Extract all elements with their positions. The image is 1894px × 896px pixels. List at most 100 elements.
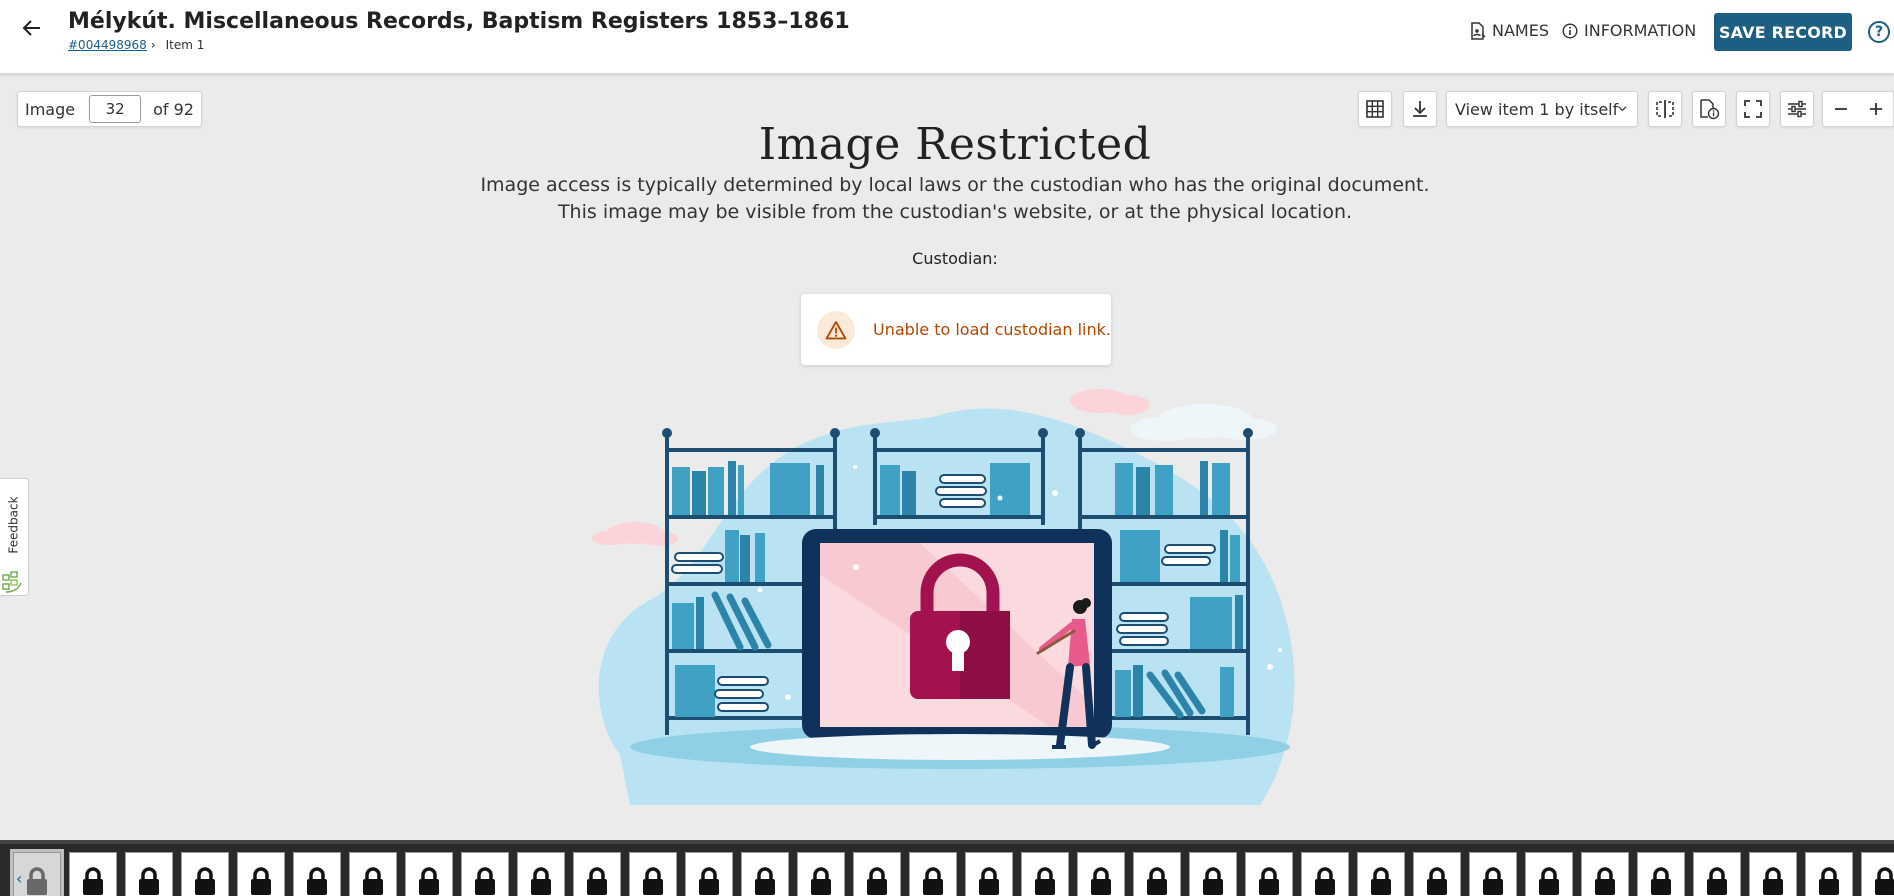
information-label: INFORMATION (1584, 21, 1697, 40)
thumbnail[interactable] (517, 852, 565, 896)
lock-icon (304, 866, 330, 896)
information-button[interactable]: INFORMATION (1562, 21, 1696, 40)
lock-icon (752, 866, 778, 896)
save-record-button[interactable]: SAVE RECORD (1714, 13, 1852, 51)
sliders-icon (1788, 100, 1806, 118)
chevron-down-icon (1618, 106, 1627, 112)
download-icon (1413, 101, 1427, 117)
thumbnail[interactable] (1861, 852, 1894, 896)
lock-icon (136, 866, 162, 896)
thumbnail[interactable] (1021, 852, 1069, 896)
lock-icon (640, 866, 666, 896)
lock-icon (528, 866, 554, 896)
thumbnail[interactable] (853, 852, 901, 896)
breadcrumb-record-link[interactable]: #004498968 (68, 38, 147, 52)
lock-icon (80, 866, 106, 896)
thumbnail[interactable] (909, 852, 957, 896)
breadcrumb-separator: › (150, 38, 156, 52)
document-info-icon (1700, 99, 1720, 120)
feedback-tab[interactable]: Feedback (0, 478, 29, 596)
image-total: of 92 (153, 99, 194, 119)
thumbnail[interactable] (965, 852, 1013, 896)
lock-icon (920, 866, 946, 896)
arrow-left-icon (22, 20, 40, 36)
restricted-title: Image Restricted (758, 119, 1152, 170)
lock-icon (1368, 866, 1394, 896)
lock-icon (808, 866, 834, 896)
lock-icon (1816, 866, 1842, 896)
view-item-label: View item 1 by itself (1455, 99, 1619, 119)
lock-icon (360, 866, 386, 896)
filmstrip: ‹ (0, 840, 1894, 896)
help-icon[interactable]: ? (1868, 21, 1890, 43)
lock-icon (1312, 866, 1338, 896)
thumbnail[interactable] (797, 852, 845, 896)
lock-icon (1480, 866, 1506, 896)
restricted-description: Image access is typically determined by … (480, 174, 1430, 223)
fullscreen-icon (1744, 100, 1762, 118)
custodian-label: Custodian: (912, 249, 998, 268)
app-header: Mélykút. Miscellaneous Records, Baptism … (0, 0, 1894, 74)
thumbnail[interactable] (1413, 852, 1461, 896)
lock-icon (976, 866, 1002, 896)
lock-icon (696, 866, 722, 896)
lock-icon (1088, 866, 1114, 896)
lock-icon (1256, 866, 1282, 896)
back-button[interactable] (18, 14, 46, 42)
thumbnail-current[interactable]: ‹ (10, 849, 64, 896)
thumbnail[interactable] (1245, 852, 1293, 896)
thumbnail[interactable] (1189, 852, 1237, 896)
lock-icon (864, 866, 890, 896)
custodian-error-message: Unable to load custodian link. (873, 320, 1111, 339)
minus-icon (1834, 108, 1847, 110)
thumbnail[interactable] (741, 852, 789, 896)
lock-icon (1424, 866, 1450, 896)
lock-icon (416, 866, 442, 896)
document-person-icon (1471, 21, 1486, 40)
info-icon (1562, 22, 1578, 39)
names-label: NAMES (1492, 21, 1549, 40)
plus-icon (1869, 103, 1882, 115)
thumbnail[interactable] (349, 852, 397, 896)
thumbnail[interactable] (125, 852, 173, 896)
thumbnail[interactable] (237, 852, 285, 896)
thumbnail[interactable] (181, 852, 229, 896)
thumbnail[interactable] (1637, 852, 1685, 896)
thumbnail[interactable] (573, 852, 621, 896)
image-label: Image (25, 99, 76, 119)
thumbnail[interactable] (1749, 852, 1797, 896)
thumbnail[interactable] (685, 852, 733, 896)
lock-icon (24, 866, 50, 896)
lock-icon (1592, 866, 1618, 896)
lock-icon (1704, 866, 1730, 896)
breadcrumb: #004498968 › Item 1 (68, 38, 204, 52)
thumbnail[interactable] (1693, 852, 1741, 896)
names-button[interactable]: NAMES (1470, 21, 1549, 40)
warning-icon (817, 310, 855, 349)
grid-icon (1366, 100, 1384, 118)
thumbnail[interactable] (293, 852, 341, 896)
custodian-error-alert: Unable to load custodian link. (801, 294, 1111, 365)
restricted-illustration (592, 389, 1295, 805)
lock-icon (192, 866, 218, 896)
lock-icon (1144, 866, 1170, 896)
thumbnail[interactable] (1133, 852, 1181, 896)
thumbnail[interactable] (1469, 852, 1517, 896)
thumbnail[interactable] (69, 852, 117, 896)
lock-icon (1872, 866, 1894, 896)
thumbnail[interactable] (405, 852, 453, 896)
lock-icon (1536, 866, 1562, 896)
thumbnail[interactable] (1581, 852, 1629, 896)
lock-icon (1200, 866, 1226, 896)
thumbnail[interactable] (1357, 852, 1405, 896)
lock-icon (472, 866, 498, 896)
thumbnail[interactable] (629, 852, 677, 896)
thumbnail[interactable] (1805, 852, 1853, 896)
thumbnail[interactable] (461, 852, 509, 896)
thumbnail[interactable] (1301, 852, 1349, 896)
lock-icon (584, 866, 610, 896)
lock-icon (1648, 866, 1674, 896)
current-indicator-icon: ‹ (16, 869, 23, 888)
thumbnail[interactable] (1525, 852, 1573, 896)
thumbnail[interactable] (1077, 852, 1125, 896)
